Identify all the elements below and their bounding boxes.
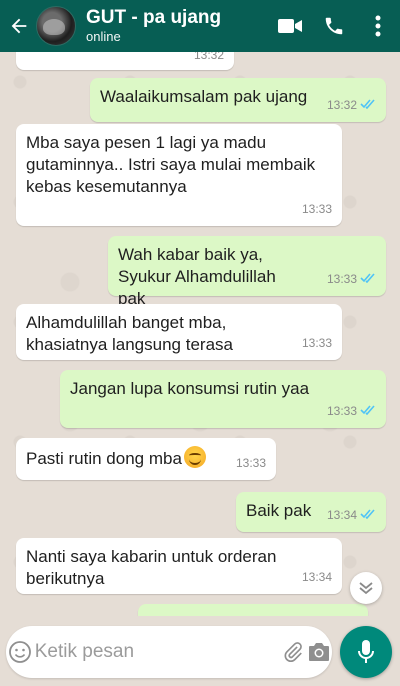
message-composer [6, 626, 332, 678]
contact-info[interactable]: GUT - pa ujang online [86, 7, 268, 45]
back-arrow-icon[interactable] [2, 0, 36, 52]
microphone-button[interactable] [340, 626, 392, 678]
scroll-down-button[interactable] [350, 572, 382, 604]
message-bubble-incoming[interactable]: Pasti rutin dong mba 13:33 [16, 438, 276, 480]
message-meta: 13:33 [327, 400, 376, 422]
smiling-face-emoji-icon [183, 446, 206, 468]
chat-header: GUT - pa ujang online [0, 0, 400, 52]
message-text: Baik pak [246, 501, 312, 520]
message-time: 13:34 [301, 570, 332, 584]
message-bubble-outgoing-partial[interactable] [138, 604, 368, 616]
chat-area[interactable]: 13:32 Waalaikumsalam pak ujang 13:32 Mba… [0, 52, 400, 616]
message-text: Alhamdulillah banget mba, khasiatnya lan… [26, 313, 233, 354]
message-time: 13:33 [326, 272, 357, 286]
read-ticks-icon [360, 400, 376, 422]
message-text: Waalaikumsalam pak ujang [100, 87, 308, 106]
message-time: 13:33 [326, 404, 357, 418]
message-bubble-incoming[interactable]: 13:32 [16, 52, 234, 70]
message-time: 13:34 [326, 508, 357, 522]
phone-call-icon[interactable] [312, 0, 356, 52]
message-bubble-incoming[interactable]: Alhamdulillah banget mba, khasiatnya lan… [16, 304, 342, 360]
message-time: 13:33 [301, 336, 332, 350]
emoji-icon[interactable] [6, 626, 35, 678]
message-text: Mba saya pesen 1 lagi ya madu gutaminnya… [26, 133, 316, 196]
message-meta: 13:34 [327, 504, 376, 526]
message-time: 13:32 [326, 98, 357, 112]
contact-status: online [86, 29, 121, 44]
message-meta: 13:33 [327, 268, 376, 290]
message-bubble-outgoing[interactable]: Waalaikumsalam pak ujang 13:32 [90, 78, 386, 122]
contact-name: GUT - pa ujang [86, 7, 222, 28]
read-ticks-icon [360, 94, 376, 116]
read-ticks-icon [360, 504, 376, 526]
message-text: Nanti saya kabarin untuk orderan berikut… [26, 547, 277, 588]
read-ticks-icon [360, 268, 376, 290]
message-time: 13:32 [193, 52, 224, 62]
message-bubble-outgoing[interactable]: Baik pak 13:34 [236, 492, 386, 532]
message-bubble-incoming[interactable]: Nanti saya kabarin untuk orderan berikut… [16, 538, 342, 594]
message-bubble-incoming[interactable]: Mba saya pesen 1 lagi ya madu gutaminnya… [16, 124, 342, 226]
message-input[interactable] [34, 641, 280, 663]
more-options-icon[interactable] [356, 0, 400, 52]
microphone-icon [358, 640, 374, 663]
message-time: 13:33 [301, 202, 332, 216]
message-text: Wah kabar baik ya, Syukur Alhamdulillah … [118, 245, 276, 308]
message-text: Pasti rutin dong mba [26, 449, 182, 468]
attachment-icon[interactable] [280, 626, 306, 678]
message-time: 13:33 [235, 456, 266, 470]
message-meta: 13:32 [327, 94, 376, 116]
message-bubble-outgoing[interactable]: Wah kabar baik ya, Syukur Alhamdulillah … [108, 236, 386, 308]
avatar[interactable] [36, 6, 76, 46]
camera-icon[interactable] [306, 626, 332, 678]
message-bubble-outgoing[interactable]: Jangan lupa konsumsi rutin yaa 13:33 [60, 370, 386, 428]
video-call-icon[interactable] [268, 0, 312, 52]
message-text: Jangan lupa konsumsi rutin yaa [70, 379, 310, 398]
double-chevron-down-icon [359, 582, 373, 595]
